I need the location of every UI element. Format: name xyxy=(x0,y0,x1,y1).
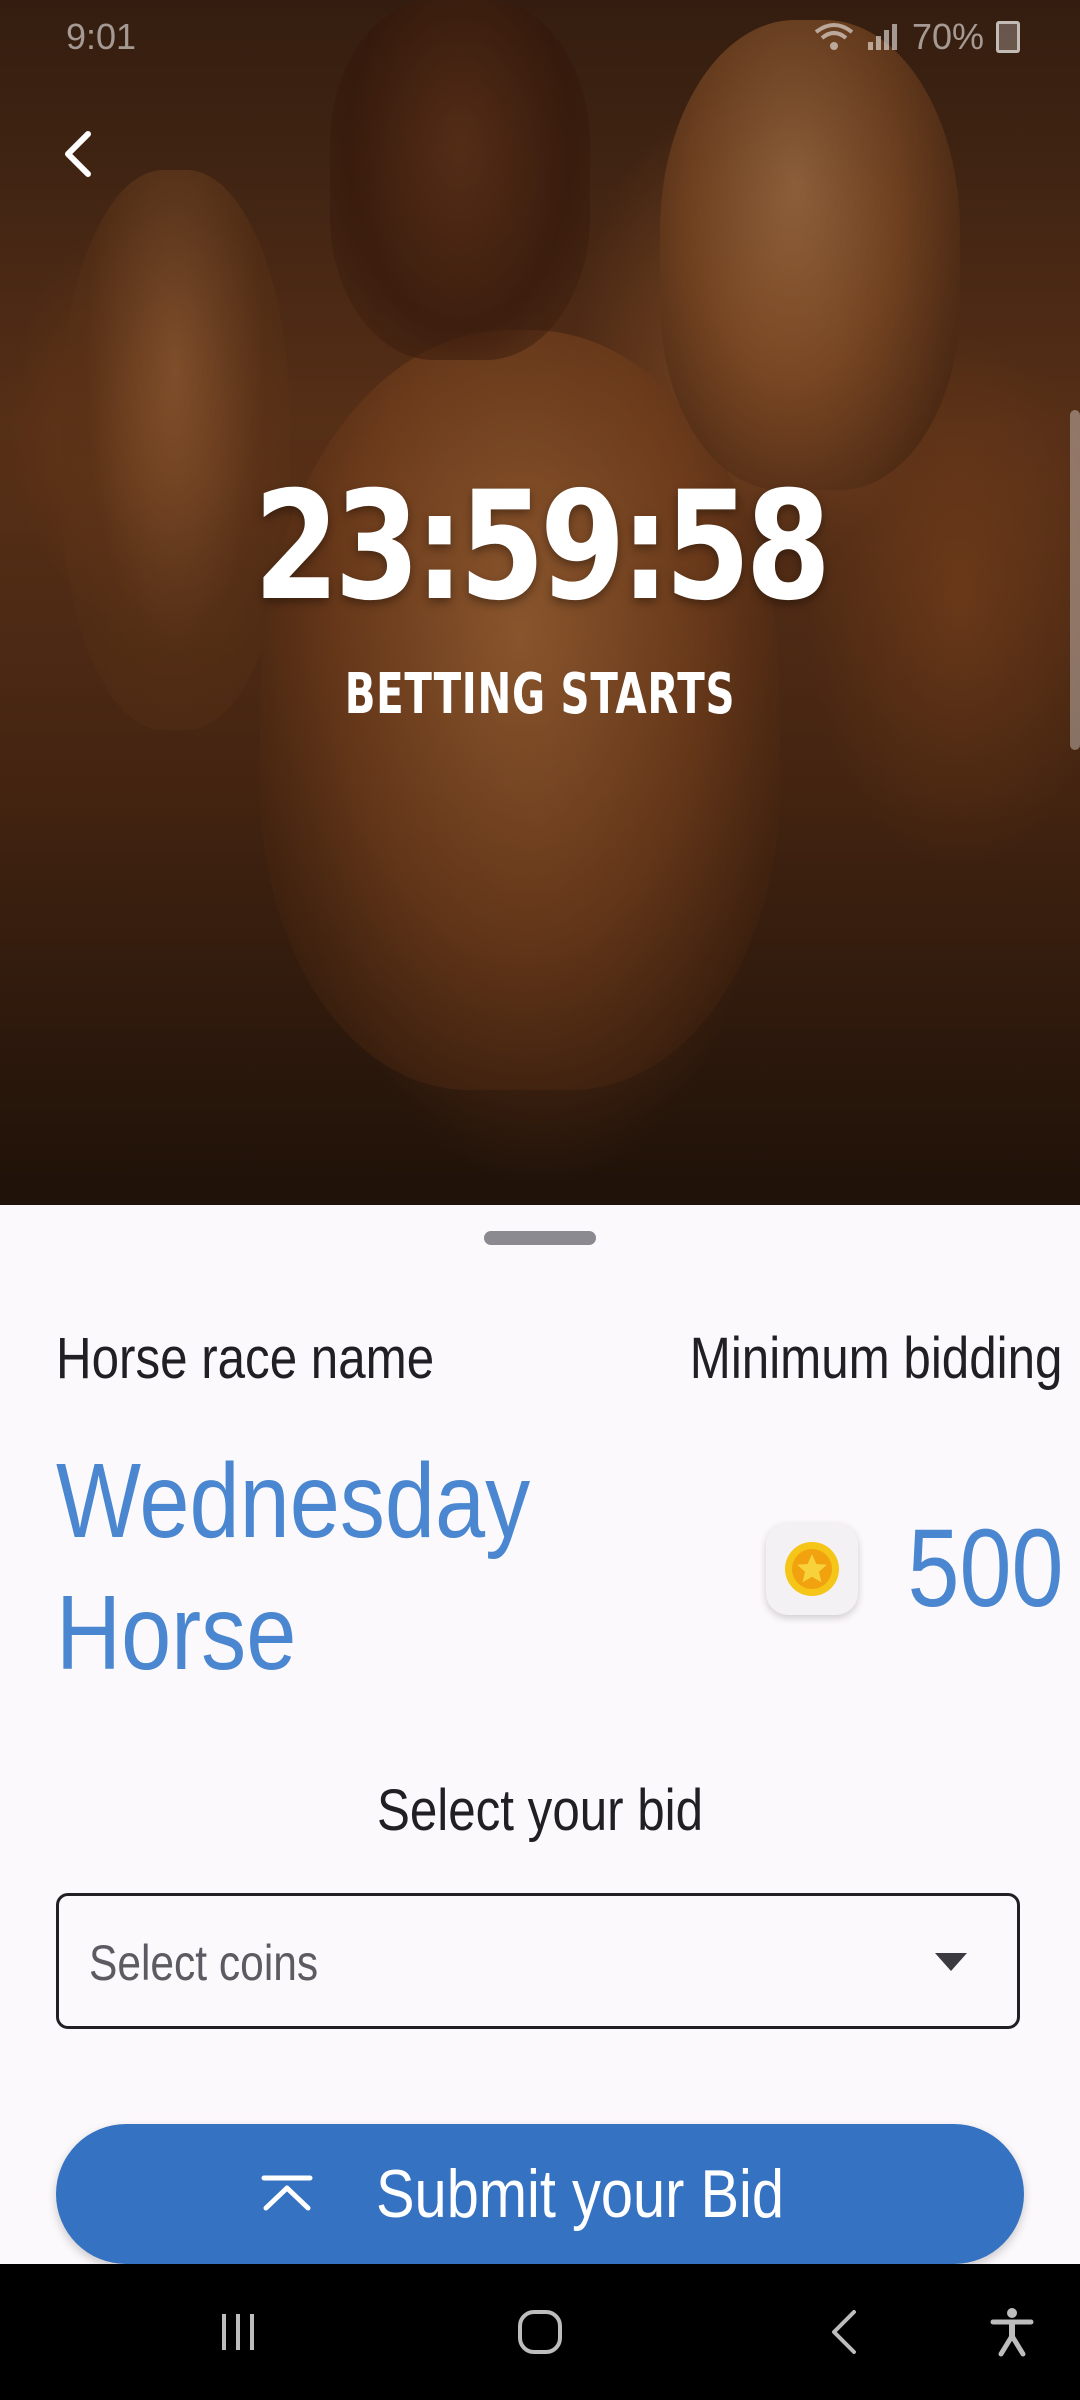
scroll-indicator xyxy=(1070,410,1080,750)
min-bid-label: Minimum bidding xyxy=(689,1326,1062,1391)
status-bar: 9:01 70% xyxy=(0,0,1080,80)
star-coin-icon xyxy=(785,1541,840,1596)
back-icon xyxy=(832,2310,856,2354)
nav-home-button[interactable] xyxy=(500,2292,580,2372)
countdown-timer: 23:59:58 xyxy=(253,460,831,634)
battery-icon xyxy=(996,21,1020,53)
submit-bid-button[interactable]: Submit your Bid xyxy=(56,2124,1024,2264)
countdown-caption: BETTING STARTS xyxy=(344,662,736,727)
coin-select-dropdown[interactable]: Select coins xyxy=(56,1893,1020,2029)
double-up-arrow-icon xyxy=(261,2175,313,2211)
min-bid-amount: 500 xyxy=(766,1505,1064,1632)
nav-recents-button[interactable] xyxy=(198,2292,278,2372)
submit-bid-label: Submit your Bid xyxy=(375,2156,784,2232)
min-bid-value: 500 xyxy=(907,1507,1064,1630)
coin-badge xyxy=(766,1522,859,1615)
nav-back-button[interactable] xyxy=(804,2292,884,2372)
sheet-drag-handle[interactable] xyxy=(484,1231,596,1245)
chevron-left-icon xyxy=(65,131,91,177)
caret-down-icon xyxy=(935,1953,967,1971)
recents-icon xyxy=(222,2314,254,2350)
bid-bottom-sheet: Horse race name Minimum bidding Wednesda… xyxy=(0,1205,1080,2265)
battery-percent: 70% xyxy=(911,16,984,57)
nav-accessibility-button[interactable] xyxy=(972,2292,1052,2372)
system-nav-bar xyxy=(0,2264,1080,2400)
back-button[interactable] xyxy=(48,124,108,184)
coin-select-placeholder: Select coins xyxy=(89,1935,319,1991)
wifi-icon xyxy=(814,23,854,50)
bid-screen: 9:01 70% 23:59:58 BETTING STARTS Horse r… xyxy=(0,0,1080,2400)
signal-icon xyxy=(867,24,897,50)
accessibility-icon xyxy=(990,2308,1034,2357)
horse-race-hero-image: 9:01 70% 23:59:58 BETTING STARTS xyxy=(0,0,1080,1215)
race-name-value: Wednesday Horse xyxy=(56,1442,531,1692)
home-icon xyxy=(518,2310,562,2354)
race-name-label: Horse race name xyxy=(56,1326,435,1391)
status-icons: 70% xyxy=(814,16,1020,58)
select-bid-label: Select your bid xyxy=(376,1778,704,1843)
status-time: 9:01 xyxy=(66,16,137,57)
